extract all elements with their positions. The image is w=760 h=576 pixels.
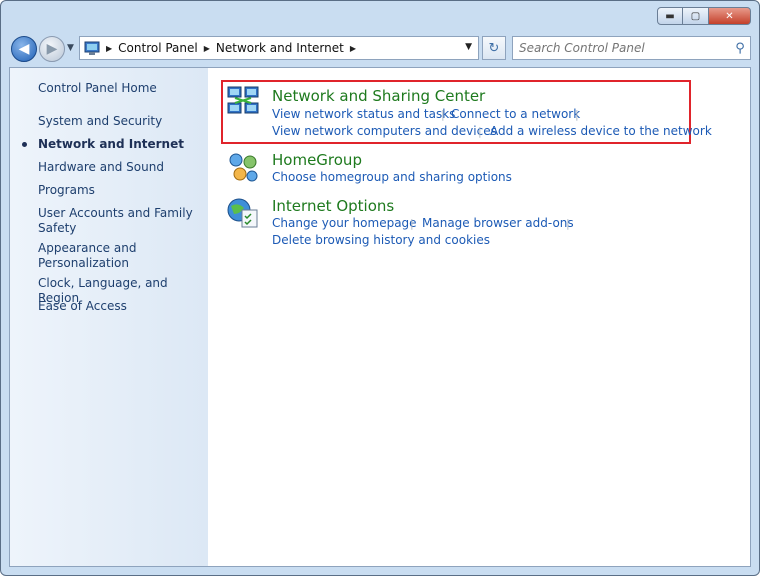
- internet-options-icon: [227, 198, 258, 228]
- sidebar-item-appearance[interactable]: Appearance and Personalization: [38, 241, 203, 271]
- search-input[interactable]: [513, 40, 730, 56]
- homegroup-title[interactable]: HomeGroup: [272, 151, 362, 169]
- sidebar-item-ease-of-access[interactable]: Ease of Access: [38, 299, 203, 314]
- link-separator: |: [441, 108, 445, 121]
- network-sharing-icon: [227, 86, 259, 114]
- recent-pages-dropdown[interactable]: ▼: [67, 43, 74, 53]
- sidebar-item-hardware-and-sound[interactable]: Hardware and Sound: [38, 160, 203, 175]
- view-network-computers-link[interactable]: View network computers and devices: [272, 124, 497, 138]
- control-panel-window: ▬ ▢ ✕ ◀ ▶ ▼ ▶ Control Panel ▶ Network an…: [0, 0, 760, 576]
- address-bar[interactable]: ▶ Control Panel ▶ Network and Internet ▶…: [79, 36, 479, 60]
- refresh-button[interactable]: ↻: [482, 36, 506, 60]
- sidebar-item-system-and-security[interactable]: System and Security: [38, 114, 203, 129]
- crumb-separator-icon[interactable]: ▶: [350, 44, 356, 53]
- connect-to-network-link[interactable]: Connect to a network: [451, 107, 580, 121]
- sidebar-item-user-accounts[interactable]: User Accounts and Family Safety: [38, 206, 203, 236]
- search-icon[interactable]: ⚲: [730, 41, 750, 56]
- internet-options-title[interactable]: Internet Options: [272, 197, 394, 215]
- navigation-bar: ◀ ▶ ▼ ▶ Control Panel ▶ Network and Inte…: [9, 33, 751, 63]
- caption-buttons: ▬ ▢ ✕: [657, 7, 751, 25]
- sidebar-item-control-panel-home[interactable]: Control Panel Home: [38, 81, 203, 96]
- maximize-button[interactable]: ▢: [683, 7, 709, 25]
- link-separator: |: [566, 217, 570, 230]
- sidebar-item-network-and-internet: Network and Internet: [38, 137, 184, 151]
- homegroup-sharing-options-link[interactable]: Choose homegroup and sharing options: [272, 170, 512, 184]
- crumb-separator-icon[interactable]: ▶: [106, 44, 112, 53]
- add-wireless-device-link[interactable]: Add a wireless device to the network: [490, 124, 712, 138]
- breadcrumb-network-and-internet[interactable]: Network and Internet: [216, 41, 344, 55]
- forward-button[interactable]: ▶: [39, 36, 65, 62]
- address-dropdown-icon[interactable]: ▼: [465, 42, 472, 52]
- breadcrumb-control-panel[interactable]: Control Panel: [118, 41, 198, 55]
- content-area: Control Panel Home System and Security N…: [9, 67, 751, 567]
- search-box[interactable]: ⚲: [512, 36, 751, 60]
- view-network-status-link[interactable]: View network status and tasks: [272, 107, 455, 121]
- crumb-separator-icon[interactable]: ▶: [204, 44, 210, 53]
- close-button[interactable]: ✕: [709, 7, 751, 25]
- network-sharing-center-title[interactable]: Network and Sharing Center: [272, 87, 485, 105]
- sidebar-item-programs[interactable]: Programs: [38, 183, 203, 198]
- main-panel: Network and Sharing Center View network …: [208, 68, 750, 566]
- manage-add-ons-link[interactable]: Manage browser add-ons: [422, 216, 574, 230]
- current-item-bullet-icon: [22, 142, 27, 147]
- minimize-button[interactable]: ▬: [657, 7, 683, 25]
- link-separator: |: [478, 125, 482, 138]
- control-panel-icon: [84, 41, 100, 55]
- link-separator: |: [410, 217, 414, 230]
- link-separator: |: [575, 108, 579, 121]
- homegroup-icon: [229, 153, 258, 182]
- sidebar: Control Panel Home System and Security N…: [10, 68, 208, 566]
- back-button[interactable]: ◀: [11, 36, 37, 62]
- change-homepage-link[interactable]: Change your homepage: [272, 216, 417, 230]
- delete-browsing-history-link[interactable]: Delete browsing history and cookies: [272, 233, 490, 247]
